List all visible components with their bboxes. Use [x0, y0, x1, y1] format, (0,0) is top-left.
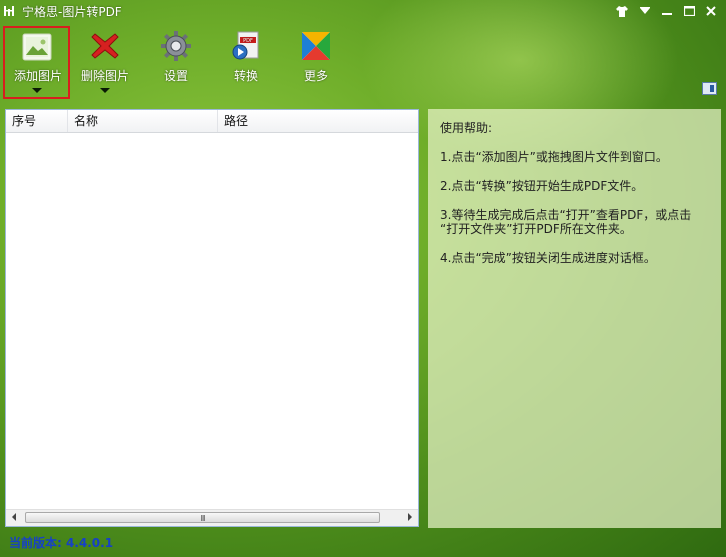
help-step-1: 1.点击“添加图片”或拖拽图片文件到窗口。: [440, 150, 668, 164]
column-path[interactable]: 路径: [218, 110, 418, 132]
add-images-label: 添加图片: [13, 69, 62, 83]
scrollbar-thumb[interactable]: III: [25, 512, 380, 523]
chevron-down-icon[interactable]: [100, 88, 110, 93]
svg-text:PDF: PDF: [243, 38, 253, 44]
delete-images-button[interactable]: 删除图片: [72, 26, 138, 98]
chevron-down-icon[interactable]: [32, 88, 42, 93]
horizontal-scrollbar[interactable]: III: [6, 509, 418, 526]
help-step-3-cont: “打开文件夹”打开PDF所在文件夹。: [440, 222, 632, 236]
delete-icon: [91, 33, 119, 59]
scroll-right-icon[interactable]: [408, 513, 412, 521]
version-label: 当前版本: 4.4.0.1: [9, 536, 114, 550]
title-bar[interactable]: 宁格思-图片转PDF: [0, 0, 726, 22]
image-list[interactable]: 序号 名称 路径 III: [5, 109, 419, 527]
convert-button[interactable]: PDF 转换: [213, 26, 279, 98]
help-step-4: 4.点击“完成”按钮关闭生成进度对话框。: [440, 251, 656, 265]
help-step-2: 2.点击“转换”按钮开始生成PDF文件。: [440, 179, 644, 193]
menu-dropdown-icon[interactable]: [638, 5, 652, 17]
gear-icon: [161, 31, 191, 61]
window-title: 宁格思-图片转PDF: [22, 5, 122, 19]
settings-button[interactable]: 设置: [143, 26, 209, 98]
column-name[interactable]: 名称: [68, 110, 218, 132]
help-panel: 使用帮助: 1.点击“添加图片”或拖拽图片文件到窗口。 2.点击“转换”按钮开始…: [428, 109, 721, 528]
maximize-icon[interactable]: [682, 5, 696, 17]
toggle-panel-button[interactable]: [702, 82, 717, 95]
pdf-convert-icon: PDF: [232, 31, 259, 60]
convert-label: 转换: [233, 69, 258, 83]
close-icon[interactable]: [704, 5, 718, 17]
app-logo-icon: [4, 6, 14, 16]
scroll-left-icon[interactable]: [12, 513, 16, 521]
more-label: 更多: [303, 69, 328, 83]
add-images-button[interactable]: 添加图片: [3, 26, 70, 99]
list-header: 序号 名称 路径: [6, 110, 418, 133]
column-index[interactable]: 序号: [6, 110, 68, 132]
minimize-icon[interactable]: [660, 5, 674, 17]
settings-label: 设置: [163, 69, 188, 83]
add-image-icon: [22, 33, 52, 61]
more-apps-icon: [302, 32, 330, 60]
delete-images-label: 删除图片: [80, 69, 129, 83]
skin-icon[interactable]: [615, 5, 629, 17]
help-title: 使用帮助:: [440, 121, 493, 135]
more-button[interactable]: 更多: [283, 26, 349, 98]
scrollbar-grip: III: [200, 514, 205, 523]
